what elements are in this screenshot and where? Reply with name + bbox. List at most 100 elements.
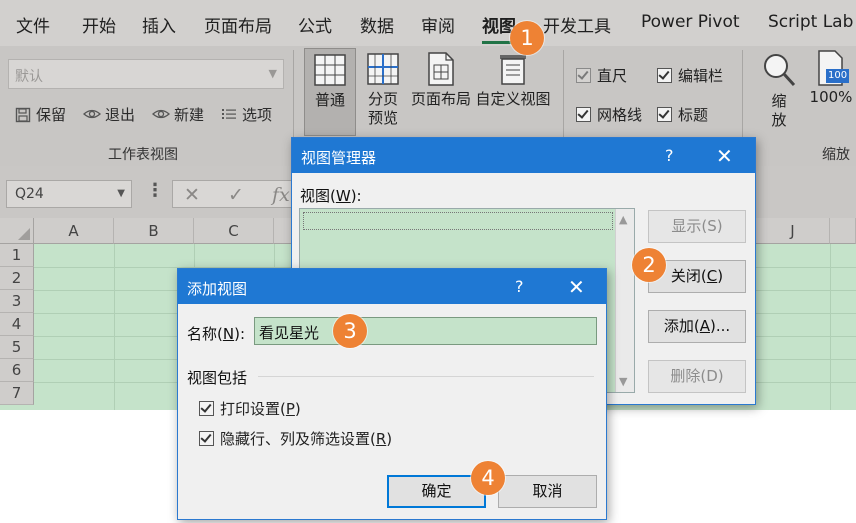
list-focus-item[interactable] xyxy=(303,212,613,230)
tab-developer[interactable]: 开发工具 xyxy=(543,12,611,37)
row-header[interactable]: 2 xyxy=(0,267,34,290)
zoom-100-button[interactable]: 100 100% xyxy=(808,48,854,118)
group-label-zoom: 缩放 xyxy=(822,147,850,163)
tab-page-layout[interactable]: 页面布局 xyxy=(204,12,272,37)
gridline xyxy=(114,244,115,410)
delete-button[interactable]: 删除(D) xyxy=(648,360,746,393)
view-manager-title: 视图管理器 xyxy=(301,149,377,167)
close-icon[interactable]: ✕ xyxy=(568,275,585,299)
step-badge-1: 1 xyxy=(510,21,544,55)
tab-file[interactable]: 文件 xyxy=(16,12,50,37)
zoom-button[interactable]: 缩 放 xyxy=(758,48,800,136)
row-header[interactable]: 5 xyxy=(0,336,34,359)
tab-home[interactable]: 开始 xyxy=(82,12,116,37)
column-header[interactable]: C xyxy=(194,218,274,244)
eye-new-icon xyxy=(152,107,170,123)
cancel-formula-icon[interactable]: ✕ xyxy=(184,184,200,206)
row-header[interactable]: 6 xyxy=(0,359,34,382)
exit-button[interactable]: 退出 xyxy=(83,104,135,125)
normal-view-icon xyxy=(314,54,346,86)
excel-window: 文件 开始 插入 页面布局 公式 数据 审阅 视图 开发工具 Power Piv… xyxy=(0,0,856,523)
row-header[interactable]: 3 xyxy=(0,290,34,313)
options-button[interactable]: 选项 xyxy=(220,104,272,125)
exit-label: 退出 xyxy=(105,106,136,124)
cancel-button[interactable]: 取消 xyxy=(498,475,597,508)
row-header[interactable]: 4 xyxy=(0,313,34,336)
headings-label: 标题 xyxy=(678,106,709,124)
more-icon[interactable]: ⋮ xyxy=(146,180,164,201)
zoom-100-label: 100% xyxy=(809,88,853,106)
new-label: 新建 xyxy=(174,106,205,124)
tab-formulas[interactable]: 公式 xyxy=(298,12,332,37)
print-settings-checkbox[interactable]: 打印设置(P) xyxy=(199,398,301,419)
normal-view-label: 普通 xyxy=(314,91,345,109)
view-name-input[interactable]: 看见星光 xyxy=(254,317,597,345)
column-header[interactable]: B xyxy=(114,218,194,244)
show-button[interactable]: 显示(S) xyxy=(648,210,746,243)
step-badge-2: 2 xyxy=(632,248,666,282)
tab-insert[interactable]: 插入 xyxy=(142,12,176,37)
formula-bar-checkbox[interactable]: 编辑栏 xyxy=(657,65,723,86)
row-header[interactable]: 7 xyxy=(0,382,34,405)
add-button[interactable]: 添加(A)... xyxy=(648,310,746,343)
tab-power-pivot[interactable]: Power Pivot xyxy=(641,12,740,32)
ruler-label: 直尺 xyxy=(597,67,628,85)
add-view-dialog: 添加视图 ? ✕ 名称(N): 看见星光 视图包括 打印设置(P) 隐藏行、列及… xyxy=(177,268,607,520)
help-icon[interactable]: ? xyxy=(515,277,524,296)
select-all-corner[interactable] xyxy=(0,218,34,244)
tab-script-lab[interactable]: Script Lab xyxy=(768,12,853,32)
column-header[interactable] xyxy=(830,218,856,244)
name-label: 名称(N): xyxy=(187,325,245,343)
help-icon[interactable]: ? xyxy=(665,146,674,165)
chevron-down-icon: ▼ xyxy=(117,188,125,199)
step-badge-3: 3 xyxy=(333,314,367,348)
scroll-down-icon[interactable]: ▼ xyxy=(619,375,627,388)
column-header[interactable]: J xyxy=(756,218,830,244)
checkbox-icon xyxy=(657,107,672,122)
scroll-up-icon[interactable]: ▲ xyxy=(619,213,627,226)
tab-data[interactable]: 数据 xyxy=(360,12,394,37)
gridline xyxy=(830,244,831,410)
row-header[interactable]: 1 xyxy=(0,244,34,267)
view-manager-titlebar: 视图管理器 ? ✕ xyxy=(292,138,755,173)
group-label-sheet-view: 工作表视图 xyxy=(108,147,178,163)
views-label: 视图(W): xyxy=(300,187,362,205)
keep-button[interactable]: 保留 xyxy=(14,104,66,125)
save-icon xyxy=(14,107,32,123)
ribbon-tab-bar: 文件 开始 插入 页面布局 公式 数据 审阅 视图 开发工具 Power Piv… xyxy=(0,0,856,46)
print-settings-label: 打印设置(P) xyxy=(220,400,301,418)
normal-view-button[interactable]: 普通 xyxy=(304,48,356,136)
close-icon[interactable]: ✕ xyxy=(716,144,733,168)
name-box[interactable]: Q24 ▼ xyxy=(6,180,132,208)
divider xyxy=(258,376,594,377)
options-label: 选项 xyxy=(242,106,273,124)
headings-checkbox[interactable]: 标题 xyxy=(657,104,708,125)
add-view-titlebar: 添加视图 ? ✕ xyxy=(178,269,606,304)
zoom-label-2: 放 xyxy=(771,111,787,129)
new-view-button[interactable]: 新建 xyxy=(152,104,204,125)
listbox-scrollbar[interactable]: ▲ ▼ xyxy=(615,209,634,392)
custom-views-button[interactable]: 自定义视图 xyxy=(474,48,552,136)
page-layout-view-button[interactable]: 页面布局 xyxy=(410,48,472,136)
sheet-view-combo[interactable]: 默认 ▼ xyxy=(8,59,284,89)
list-icon xyxy=(220,107,238,123)
hidden-settings-label: 隐藏行、列及筛选设置(R) xyxy=(220,430,393,448)
tab-review[interactable]: 审阅 xyxy=(421,12,455,37)
checkbox-icon xyxy=(657,68,672,83)
step-badge-4: 4 xyxy=(471,461,505,495)
include-label: 视图包括 xyxy=(187,369,248,387)
keep-label: 保留 xyxy=(36,106,67,124)
column-header[interactable]: A xyxy=(34,218,114,244)
insert-function-icon[interactable]: fx xyxy=(272,184,290,206)
zoom-label-1: 缩 xyxy=(771,92,787,110)
page-break-label-2: 预览 xyxy=(367,109,398,127)
hidden-settings-checkbox[interactable]: 隐藏行、列及筛选设置(R) xyxy=(199,428,392,449)
page-break-icon xyxy=(367,53,399,85)
ruler-checkbox[interactable]: 直尺 xyxy=(576,65,627,86)
name-box-value: Q24 xyxy=(15,186,44,202)
checkbox-icon xyxy=(199,431,214,446)
page-break-preview-button[interactable]: 分页 预览 xyxy=(360,48,406,136)
checkbox-icon xyxy=(199,401,214,416)
gridlines-checkbox[interactable]: 网格线 xyxy=(576,104,642,125)
enter-formula-icon[interactable]: ✓ xyxy=(228,184,244,206)
